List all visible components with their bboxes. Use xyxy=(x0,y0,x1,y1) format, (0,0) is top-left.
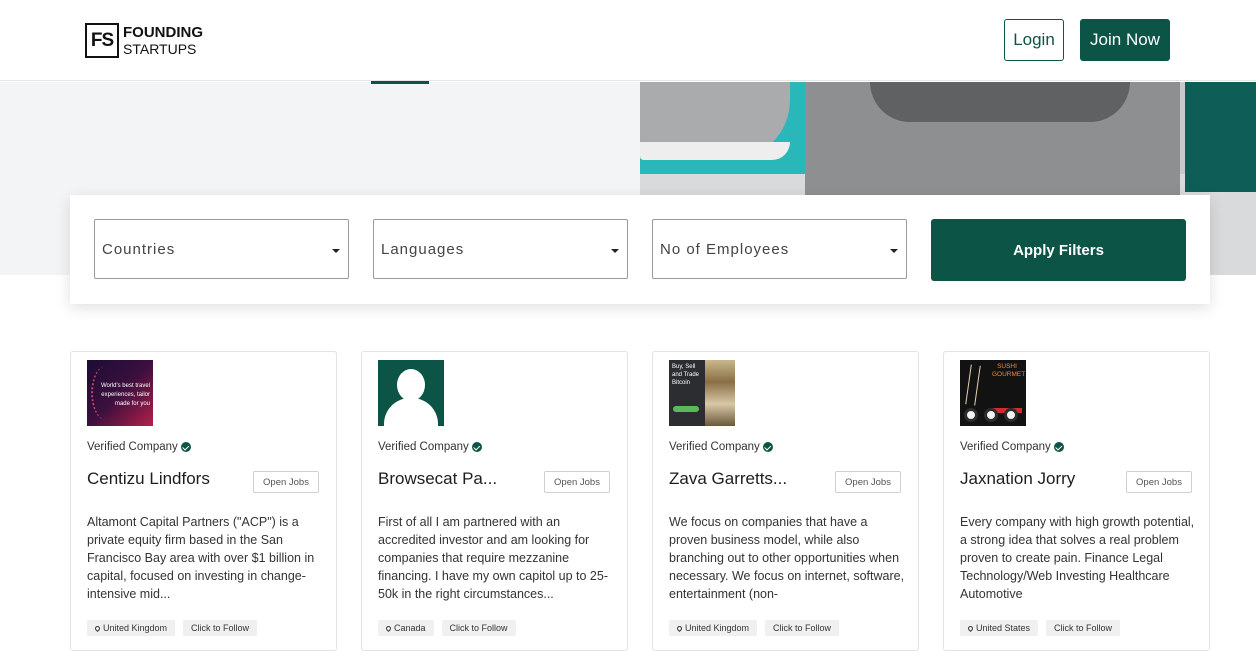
employees-select[interactable]: No of Employees xyxy=(652,219,907,279)
hero-image-chair-seat xyxy=(870,82,1130,122)
location-tag: Canada xyxy=(378,620,434,636)
decorative-sushi-roll xyxy=(1004,408,1018,422)
hero-image-shoe-sole xyxy=(640,142,790,160)
logo[interactable]: FS FOUNDING STARTUPS xyxy=(85,23,203,58)
company-card[interactable]: SUSHI GOURMET Verified Company Jaxnation… xyxy=(943,351,1210,651)
decorative-chopsticks xyxy=(965,364,981,406)
hero-accent-line xyxy=(371,81,429,84)
logo-line-2: STARTUPS xyxy=(123,40,197,57)
follow-button[interactable]: Click to Follow xyxy=(441,620,516,636)
decorative-sushi-roll xyxy=(964,408,978,422)
caret-down-icon xyxy=(890,249,898,253)
logo-mark: FS xyxy=(85,23,119,58)
card-tags: United States Click to Follow xyxy=(960,620,1121,636)
verified-label: Verified Company xyxy=(960,441,1051,453)
card-tags: United Kingdom Click to Follow xyxy=(669,620,840,636)
location-pin-icon xyxy=(384,624,393,632)
company-logo: Buy, Sell and Trade Bitcoin xyxy=(669,360,735,426)
login-button[interactable]: Login xyxy=(1004,19,1064,61)
caret-down-icon xyxy=(332,249,340,253)
join-now-button[interactable]: Join Now xyxy=(1080,19,1170,61)
decorative-food-image xyxy=(705,360,735,426)
location-tag: United States xyxy=(960,620,1039,636)
open-jobs-button[interactable]: Open Jobs xyxy=(253,471,319,493)
company-description: Every company with high growth potential… xyxy=(960,515,1195,601)
verified-badge: Verified Company xyxy=(87,441,191,453)
verified-badge: Verified Company xyxy=(960,441,1064,453)
location-pin-icon xyxy=(966,624,975,632)
follow-button[interactable]: Click to Follow xyxy=(1046,620,1121,636)
company-name[interactable]: Centizu Lindfors xyxy=(87,469,247,489)
languages-select[interactable]: Languages xyxy=(373,219,628,279)
open-jobs-button[interactable]: Open Jobs xyxy=(1126,471,1192,493)
location-pin-icon xyxy=(93,624,102,632)
countries-select-label: Countries xyxy=(102,240,176,258)
languages-select-label: Languages xyxy=(381,240,465,258)
company-name[interactable]: Jaxnation Jorry xyxy=(960,469,1120,489)
company-logo: World's best travel experiences, tailor … xyxy=(87,360,153,426)
follow-button[interactable]: Click to Follow xyxy=(765,620,840,636)
company-logo-text: Buy, Sell and Trade Bitcoin xyxy=(672,364,700,386)
decorative-sparkle xyxy=(91,366,121,420)
follow-button[interactable]: Click to Follow xyxy=(183,620,258,636)
filter-panel: Countries Languages No of Employees Appl… xyxy=(70,195,1210,304)
decorative-sushi-roll xyxy=(984,408,998,422)
verified-check-icon xyxy=(180,442,191,452)
location-pin-icon xyxy=(675,624,684,632)
open-jobs-button[interactable]: Open Jobs xyxy=(835,471,901,493)
company-description: Altamont Capital Partners ("ACP") is a p… xyxy=(87,515,315,601)
company-logo xyxy=(378,360,444,426)
avatar-placeholder-body xyxy=(384,398,438,426)
verified-label: Verified Company xyxy=(87,441,178,453)
logo-line-1: FOUNDING xyxy=(123,23,203,41)
employees-select-label: No of Employees xyxy=(660,240,790,258)
verified-label: Verified Company xyxy=(378,441,469,453)
card-tags: United Kingdom Click to Follow xyxy=(87,620,258,636)
company-card[interactable]: World's best travel experiences, tailor … xyxy=(70,351,337,651)
verified-check-icon xyxy=(762,442,773,452)
site-header: FS FOUNDING STARTUPS Login Join Now xyxy=(0,0,1256,81)
company-card[interactable]: Buy, Sell and Trade Bitcoin Verified Com… xyxy=(652,351,919,651)
logo-wordmark: FOUNDING STARTUPS xyxy=(123,23,203,57)
avatar-placeholder-head xyxy=(397,369,425,401)
verified-badge: Verified Company xyxy=(669,441,773,453)
verified-check-icon xyxy=(1053,442,1064,452)
hero-image-panel xyxy=(1185,82,1256,192)
company-name[interactable]: Zava Garretts... xyxy=(669,469,829,489)
company-name[interactable]: Browsecat Pa... xyxy=(378,469,538,489)
caret-down-icon xyxy=(611,249,619,253)
company-description: First of all I am partnered with an accr… xyxy=(378,515,608,601)
verified-badge: Verified Company xyxy=(378,441,482,453)
company-description: We focus on companies that have a proven… xyxy=(669,515,905,601)
company-logo: SUSHI GOURMET xyxy=(960,360,1026,426)
open-jobs-button[interactable]: Open Jobs xyxy=(544,471,610,493)
verified-check-icon xyxy=(471,442,482,452)
decorative-button-shape xyxy=(673,406,699,412)
verified-label: Verified Company xyxy=(669,441,760,453)
company-logo-text: SUSHI GOURMET xyxy=(992,363,1026,378)
apply-filters-button[interactable]: Apply Filters xyxy=(931,219,1186,281)
countries-select[interactable]: Countries xyxy=(94,219,349,279)
card-tags: Canada Click to Follow xyxy=(378,620,516,636)
location-tag: United Kingdom xyxy=(87,620,176,636)
location-tag: United Kingdom xyxy=(669,620,758,636)
company-card[interactable]: Verified Company Browsecat Pa... Open Jo… xyxy=(361,351,628,651)
